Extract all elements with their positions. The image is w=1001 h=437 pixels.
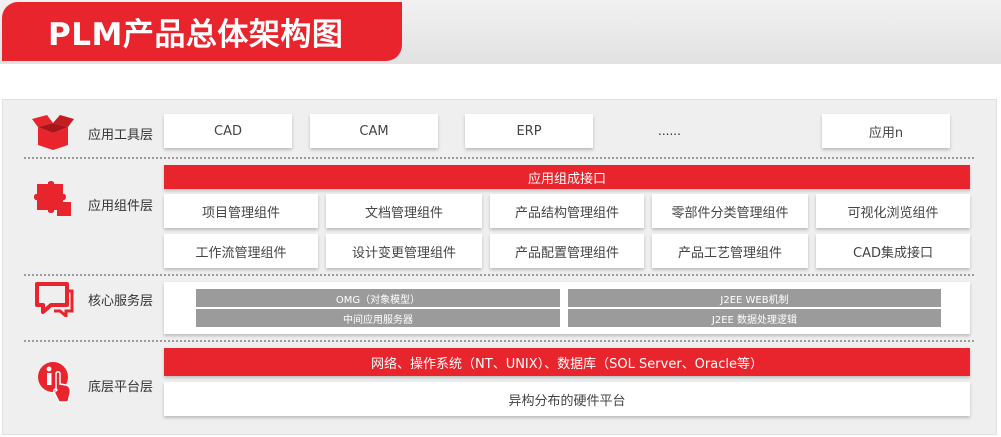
component-box: 文档管理组件 xyxy=(326,194,482,228)
puzzle-icon xyxy=(34,181,71,216)
layer-label-tools: 应用工具层 xyxy=(88,128,154,143)
tool-ellipsis: ...... xyxy=(658,124,681,138)
service-bar-j2ee-web: J2EE WEB机制 xyxy=(568,289,941,307)
component-box: 设计变更管理组件 xyxy=(326,234,482,268)
chat-bubble-icon xyxy=(35,282,74,317)
component-box: CAD集成接口 xyxy=(816,234,970,268)
hardware-box: 异构分布的硬件平台 xyxy=(164,382,970,416)
layer-label-platform: 底层平台层 xyxy=(88,380,154,395)
component-box: 项目管理组件 xyxy=(164,194,318,228)
component-box: 零部件分类管理组件 xyxy=(652,194,808,228)
separator xyxy=(24,157,974,159)
component-box: 工作流管理组件 xyxy=(164,234,318,268)
component-box: 产品配置管理组件 xyxy=(490,234,644,268)
layer-label-core: 核心服务层 xyxy=(88,294,154,309)
service-bar-j2ee-data: J2EE 数据处理逻辑 xyxy=(568,309,941,327)
tool-box-erp: ERP xyxy=(465,114,593,148)
tool-box-cam: CAM xyxy=(310,114,438,148)
separator xyxy=(24,274,974,276)
interface-bar: 应用组成接口 xyxy=(164,165,970,189)
separator xyxy=(24,340,974,342)
info-hand-icon xyxy=(38,362,72,403)
service-bar-middleware: 中间应用服务器 xyxy=(196,309,560,327)
component-box: 产品工艺管理组件 xyxy=(652,234,808,268)
tool-box-app-n: 应用n xyxy=(822,114,950,148)
tool-box-cad: CAD xyxy=(164,114,292,148)
platform-red-bar: 网络、操作系统（NT、UNIX）、数据库（SOL Server、Oracle等） xyxy=(164,348,970,376)
page-title: PLM产品总体架构图 xyxy=(2,2,402,61)
layer-label-components: 应用组件层 xyxy=(88,199,154,214)
component-box: 可视化浏览组件 xyxy=(816,194,970,228)
component-box: 产品结构管理组件 xyxy=(490,194,644,228)
open-box-icon xyxy=(32,115,74,150)
service-bar-omg: OMG（对象模型） xyxy=(196,289,560,307)
header-band: PLM产品总体架构图 xyxy=(0,0,1001,64)
